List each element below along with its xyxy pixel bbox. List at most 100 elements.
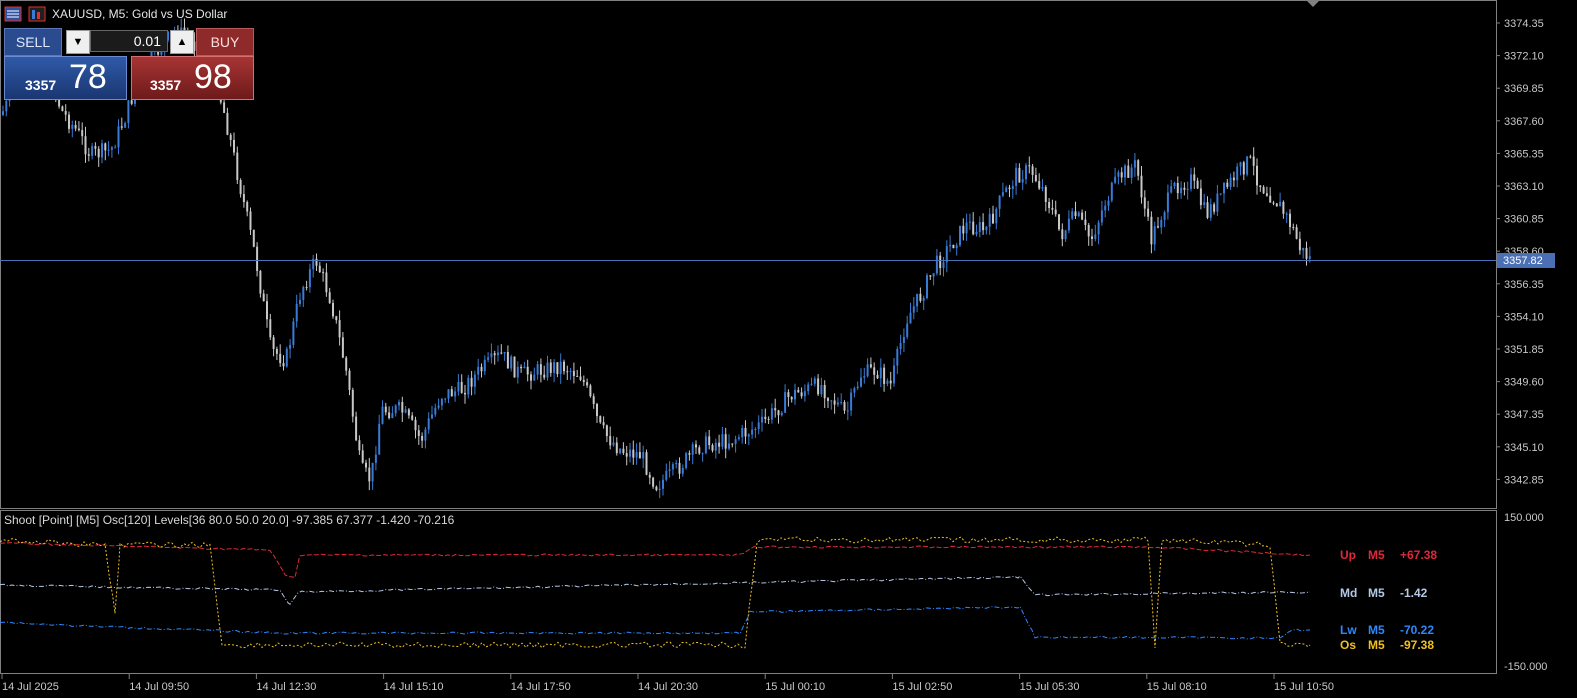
candle-body — [784, 392, 787, 413]
candle-body — [338, 320, 341, 338]
chart-shift-marker[interactable] — [1307, 1, 1319, 7]
time-tick-label: 14 Jul 09:50 — [129, 681, 189, 693]
candle-body — [929, 275, 932, 277]
candle-body — [701, 453, 704, 455]
lot-decrease-button[interactable]: ▼ — [66, 30, 90, 54]
candle-body — [810, 383, 813, 385]
time-tick-label: 14 Jul 15:10 — [384, 681, 444, 693]
candle-body — [741, 427, 744, 438]
candle-body — [81, 130, 84, 137]
candle-body — [869, 364, 872, 368]
candle-body — [688, 453, 691, 455]
candle-body — [361, 450, 364, 463]
candle-body — [249, 211, 252, 230]
candle-body — [982, 222, 985, 231]
candle-body — [252, 229, 255, 247]
candle-body — [955, 245, 958, 249]
chart-header: XAUUSD, M5: Gold vs US Dollar — [4, 4, 227, 24]
candle-body — [1183, 187, 1186, 190]
candle-body — [114, 147, 117, 149]
candle-body — [1209, 204, 1212, 218]
candle-body — [1166, 192, 1169, 213]
candle-body — [1081, 212, 1084, 220]
candle-body — [272, 337, 275, 349]
price-tick-label: 3369.85 — [1504, 83, 1544, 95]
candle-body — [1048, 202, 1051, 209]
candle-body — [91, 146, 94, 156]
candle-body — [589, 385, 592, 397]
candle-body — [381, 406, 384, 424]
legend-lw: Lw M5 -70.22 — [1340, 623, 1434, 637]
candle-body — [124, 123, 127, 128]
price-tick-label: 3345.10 — [1504, 442, 1544, 454]
candle-body — [787, 392, 790, 398]
time-tick-label: 15 Jul 10:50 — [1274, 681, 1334, 693]
buy-button[interactable]: BUY — [196, 28, 254, 56]
candle-body — [332, 303, 334, 317]
candle-body — [473, 374, 476, 387]
candle-body — [962, 225, 965, 234]
candle-body — [84, 136, 87, 155]
legend-up-value: +67.38 — [1400, 548, 1438, 562]
candle-body — [1223, 182, 1225, 194]
legend-os-value: -97.38 — [1400, 638, 1435, 652]
candle-body — [945, 246, 948, 263]
candle-body — [101, 143, 103, 158]
candle-body — [117, 126, 120, 148]
candle-body — [968, 221, 971, 223]
quick-trading-icon[interactable] — [4, 6, 22, 22]
candle-body — [1265, 193, 1268, 196]
legend-up-name: Up — [1340, 548, 1356, 562]
candle-body — [513, 356, 516, 378]
candle-body — [1186, 188, 1189, 190]
sell-button[interactable]: SELL — [4, 28, 62, 56]
price-tick-label: 3356.35 — [1504, 279, 1544, 291]
candle-body — [1005, 187, 1008, 193]
candle-body — [110, 147, 113, 150]
candle-body — [612, 442, 615, 446]
candle-body — [1100, 210, 1103, 223]
candle-body — [1064, 230, 1067, 240]
candle-body — [1219, 193, 1222, 195]
candle-body — [421, 435, 424, 441]
ask-price-button[interactable]: 3357 98 — [131, 56, 254, 100]
ask-price-main: 3357 — [150, 77, 182, 93]
candle-body — [757, 422, 760, 429]
candle-body — [97, 148, 100, 158]
candle-body — [87, 154, 90, 156]
candle-body — [1203, 202, 1206, 206]
legend-lw-value: -70.22 — [1400, 623, 1435, 637]
candle-body — [939, 255, 942, 269]
candle-body — [391, 413, 394, 419]
depth-of-market-icon[interactable] — [28, 6, 46, 22]
candle-body — [912, 306, 915, 313]
candle-body — [523, 366, 526, 369]
candle-body — [1236, 166, 1239, 181]
candle-body — [1256, 165, 1258, 186]
lot-increase-button[interactable]: ▲ — [170, 30, 194, 54]
candle-body — [648, 474, 651, 478]
candle-body — [572, 370, 575, 376]
candle-body — [721, 434, 724, 447]
candle-body — [728, 443, 730, 449]
lot-size-input[interactable] — [90, 30, 168, 52]
candle-body — [1170, 186, 1173, 193]
candle-body — [520, 366, 523, 369]
candle-body — [1130, 167, 1133, 178]
bid-price-button[interactable]: 3357 78 — [4, 56, 127, 100]
candle-body — [318, 265, 321, 273]
candle-body — [856, 386, 859, 389]
candle-body — [467, 377, 470, 395]
candle-body — [563, 361, 565, 372]
candle-body — [77, 128, 80, 131]
time-tick-label: 14 Jul 2025 — [2, 681, 59, 693]
candle-body — [61, 106, 64, 111]
candle-body — [1160, 219, 1163, 228]
candle-body — [516, 366, 519, 378]
candle-body — [71, 124, 74, 129]
candle-body — [1143, 197, 1146, 209]
candle-body — [437, 405, 440, 408]
candle-body — [1127, 165, 1130, 178]
candle-body — [658, 488, 661, 491]
ask-price-pips: 98 — [194, 58, 232, 96]
